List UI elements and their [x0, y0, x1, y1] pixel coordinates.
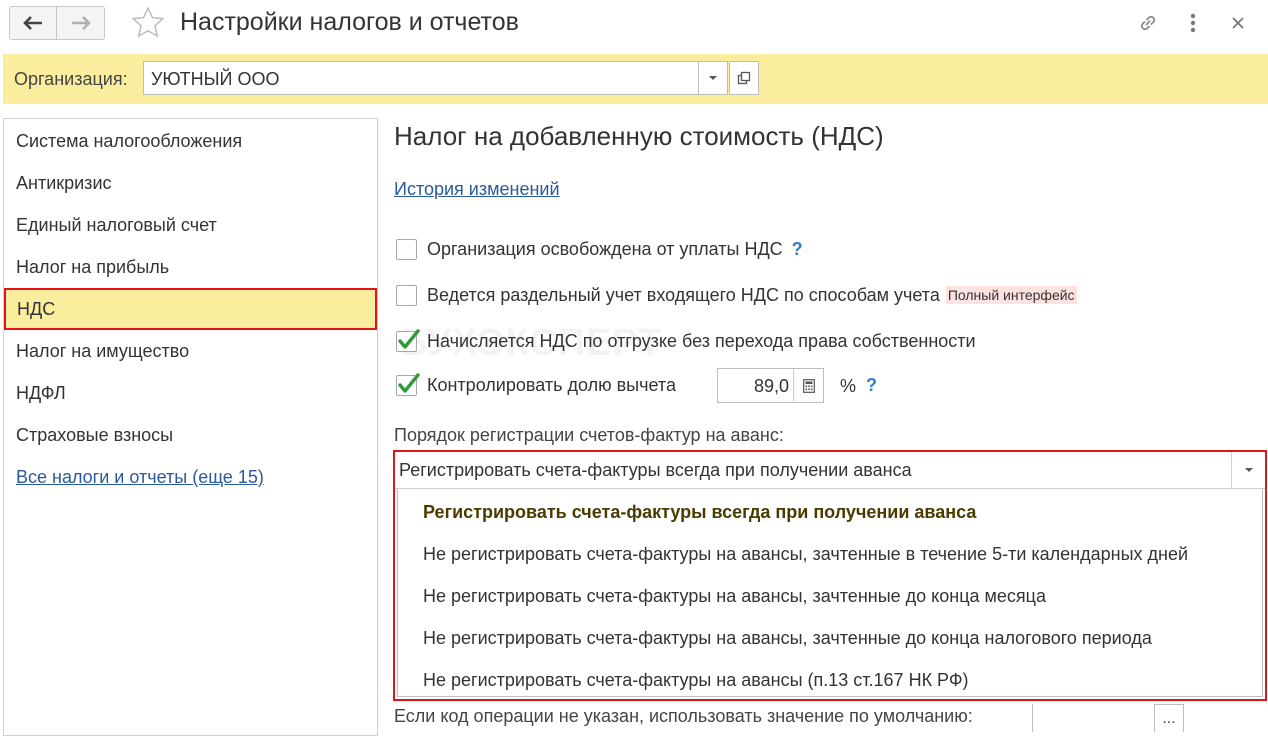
invoice-order-options-list: Регистрировать счета-фактуры всегда при …	[397, 489, 1263, 697]
sidebar-item-label: Налог на прибыль	[16, 257, 170, 277]
organization-dropdown-button[interactable]	[698, 61, 728, 95]
calculator-icon	[802, 378, 815, 393]
separate-accounting-label: Ведется раздельный учет входящего НДС по…	[427, 284, 940, 305]
sidebar-item-tax-system[interactable]: Система налогообложения	[4, 120, 377, 162]
checkmark-icon	[398, 328, 420, 349]
sidebar-item-label: Налог на имущество	[16, 341, 190, 361]
vat-exempt-help-icon[interactable]: ?	[792, 239, 803, 260]
sidebar-item-label: Антикризис	[16, 173, 112, 193]
deduction-share-checkbox[interactable]	[396, 372, 420, 396]
arrow-left-icon	[23, 16, 42, 30]
full-interface-badge: Полный интерфейс	[945, 286, 1077, 304]
favorite-star-icon[interactable]	[131, 6, 165, 40]
organization-value: УЮТНЫЙ ООО	[151, 69, 280, 89]
invoice-order-option-month-end[interactable]: Не регистрировать счета-фактуры на аванс…	[398, 575, 1262, 617]
vat-on-shipment-checkbox[interactable]	[396, 328, 420, 352]
organization-open-button[interactable]	[729, 61, 759, 95]
organization-bar: Организация: УЮТНЫЙ ООО	[3, 54, 1268, 104]
deduction-share-input[interactable]: 89,0	[717, 368, 824, 403]
sidebar-item-label: НДС	[17, 299, 56, 319]
sidebar-item-personal-income-tax[interactable]: НДФЛ	[4, 372, 377, 414]
vat-exempt-checkbox[interactable]	[396, 238, 417, 260]
separate-accounting-row: Ведется раздельный учет входящего НДС по…	[396, 282, 1077, 308]
forward-button[interactable]	[57, 6, 105, 40]
default-operation-code-input[interactable]	[1032, 704, 1154, 732]
vat-exempt-row: Организация освобождена от уплаты НДС ?	[396, 236, 803, 262]
organization-input[interactable]: УЮТНЫЙ ООО	[143, 61, 700, 95]
sidebar-item-label: Страховые взносы	[16, 425, 174, 445]
sidebar-item-single-tax-account[interactable]: Единый налоговый счет	[4, 204, 377, 246]
invoice-order-callout: Регистрировать счета-фактуры всегда при …	[393, 450, 1267, 701]
link-icon[interactable]	[1135, 10, 1161, 36]
all-taxes-link-label: Все налоги и отчеты (еще 15)	[16, 467, 264, 487]
invoice-order-select[interactable]: Регистрировать счета-фактуры всегда при …	[395, 452, 1265, 489]
sidebar-item-insurance-contributions[interactable]: Страховые взносы	[4, 414, 377, 456]
organization-label: Организация:	[14, 69, 128, 89]
default-operation-code-label: Если код операции не указан, использоват…	[394, 706, 973, 726]
invoice-order-value: Регистрировать счета-фактуры всегда при …	[399, 460, 912, 480]
sidebar-item-label: Единый налоговый счет	[16, 215, 217, 235]
invoice-order-option-5-days[interactable]: Не регистрировать счета-фактуры на аванс…	[398, 533, 1262, 575]
calculator-button[interactable]	[793, 369, 823, 402]
chevron-down-icon	[1244, 468, 1253, 472]
checkmark-icon	[398, 372, 420, 393]
invoice-order-label: Порядок регистрации счетов-фактур на ава…	[394, 425, 784, 445]
chevron-down-icon	[709, 76, 717, 80]
invoice-order-dropdown-button[interactable]	[1231, 452, 1265, 488]
sidebar-item-label: НДФЛ	[16, 383, 66, 403]
page-title: Налог на добавленную стоимость (НДС)	[394, 121, 884, 151]
invoice-order-option-always[interactable]: Регистрировать счета-фактуры всегда при …	[398, 491, 1262, 533]
sidebar-item-vat[interactable]: НДС	[4, 288, 377, 330]
separate-accounting-checkbox[interactable]	[396, 284, 417, 306]
tax-sections-sidebar: Система налогообложения Антикризис Едины…	[3, 118, 378, 736]
sidebar-item-property-tax[interactable]: Налог на имущество	[4, 330, 377, 372]
vat-on-shipment-row: Начисляется НДС по отгрузке без перехода…	[396, 328, 976, 354]
arrow-right-icon	[71, 16, 91, 30]
history-link[interactable]: История изменений	[394, 179, 560, 200]
window-title: Настройки налогов и отчетов	[180, 8, 519, 36]
vat-on-shipment-label: Начисляется НДС по отгрузке без перехода…	[427, 330, 976, 351]
vat-exempt-label: Организация освобождена от уплаты НДС	[427, 238, 783, 259]
sidebar-item-profit-tax[interactable]: Налог на прибыль	[4, 246, 377, 288]
sidebar-item-label: Система налогообложения	[16, 131, 243, 151]
deduction-share-label: Контролировать долю вычета	[427, 374, 676, 395]
sidebar-item-anticrisis[interactable]: Антикризис	[4, 162, 377, 204]
percent-unit: %	[840, 376, 857, 396]
invoice-order-option-period-end[interactable]: Не регистрировать счета-фактуры на аванс…	[398, 617, 1262, 659]
close-icon[interactable]	[1225, 10, 1251, 36]
deduction-share-row: Контролировать долю вычета	[396, 372, 676, 398]
open-window-icon	[737, 71, 751, 85]
back-button[interactable]	[9, 6, 57, 40]
more-menu-icon[interactable]	[1180, 10, 1206, 36]
deduction-share-help-icon[interactable]: ?	[866, 375, 877, 396]
sidebar-all-taxes-link[interactable]: Все налоги и отчеты (еще 15)	[4, 456, 377, 498]
default-operation-code-select-button[interactable]: ...	[1154, 704, 1184, 732]
invoice-order-option-never[interactable]: Не регистрировать счета-фактуры на аванс…	[398, 659, 1262, 701]
deduction-share-value: 89,0	[753, 376, 789, 396]
title-bar: Настройки налогов и отчетов	[0, 0, 1268, 48]
